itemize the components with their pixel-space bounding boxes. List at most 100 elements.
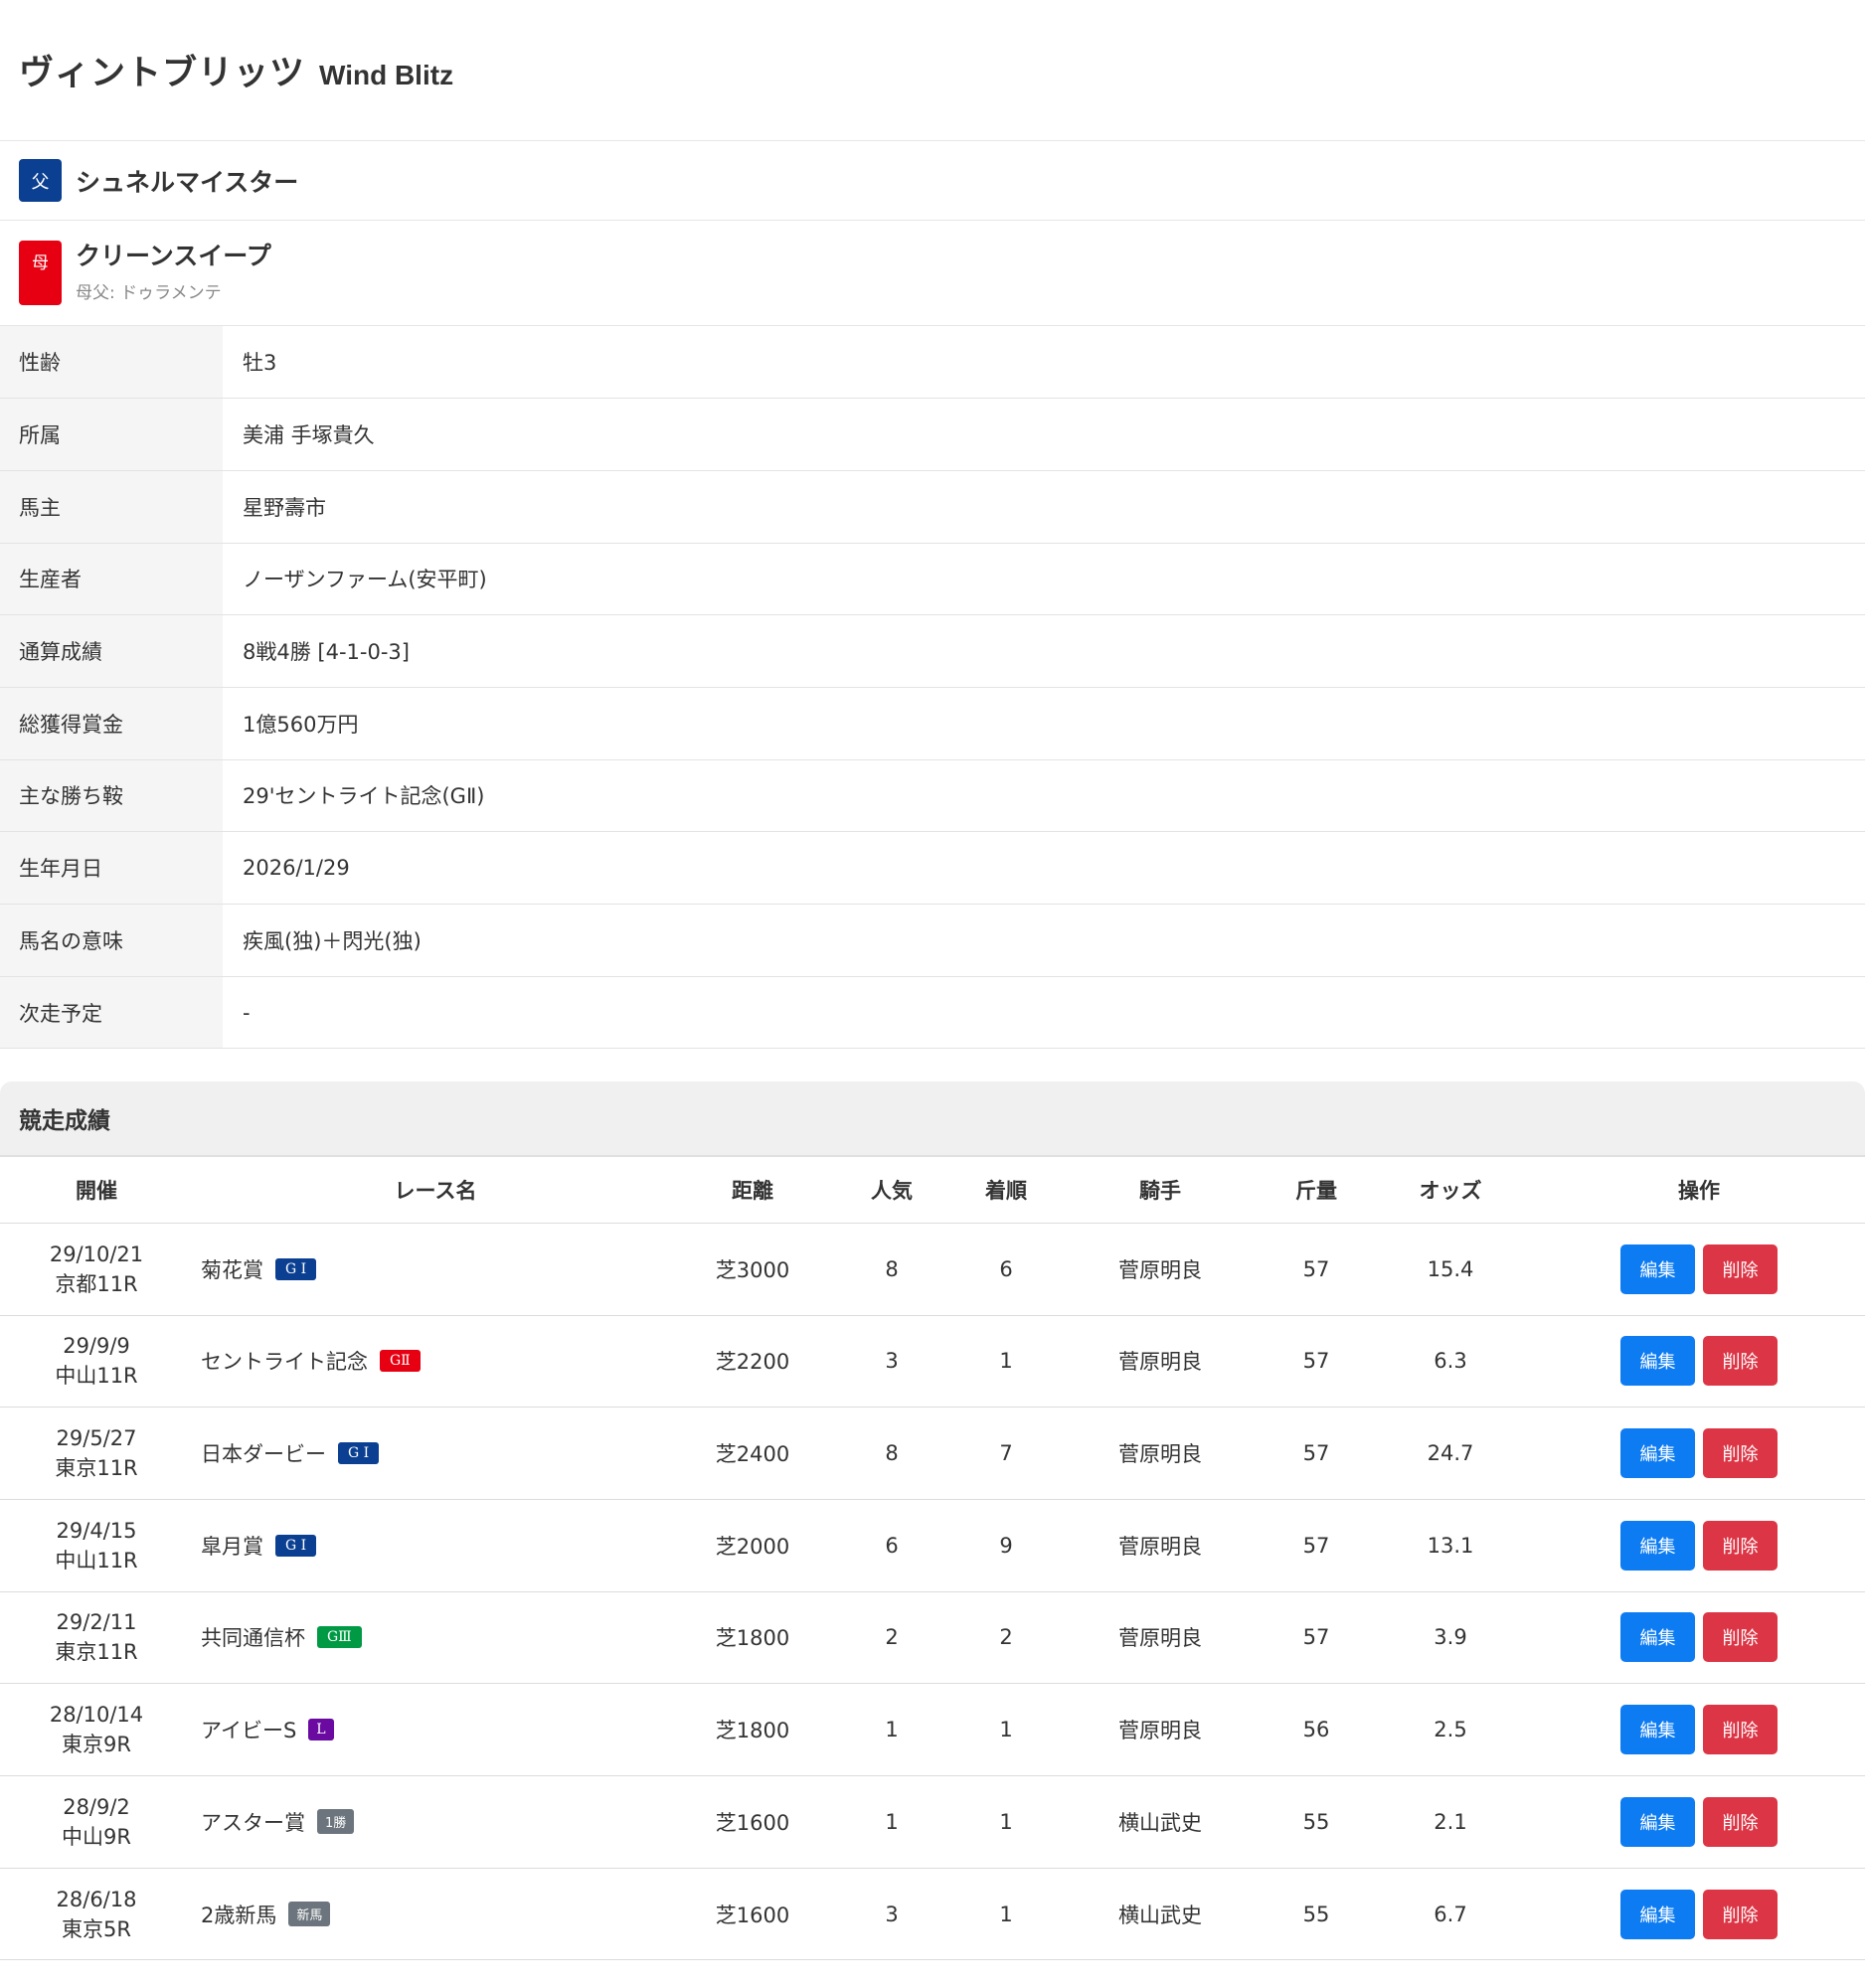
race-odds: 24.7 [1427,1441,1474,1466]
race-name[interactable]: アスター賞 [201,1811,305,1835]
col-popularity: 人気 [871,1179,913,1204]
sire-name[interactable]: シュネルマイスター [76,163,298,199]
race-jockey: 菅原明良 [1118,1534,1202,1559]
race-weight: 57 [1302,1625,1330,1650]
race-finish: 7 [999,1441,1013,1466]
grade-badge: G I [338,1442,380,1465]
grade-badge: GⅢ [317,1626,362,1649]
race-finish: 1 [999,1718,1013,1742]
grade-badge: L [308,1719,334,1741]
race-popularity: 1 [885,1718,899,1742]
race-date: 29/10/21 [49,1242,144,1266]
race-jockey: 菅原明良 [1118,1442,1202,1467]
edit-button[interactable]: 編集 [1620,1336,1695,1387]
dam-badge: 母 [19,241,62,305]
grade-badge: 1勝 [317,1809,355,1835]
col-finish: 着順 [985,1179,1027,1204]
profile-value: ノーザンファーム(安平町) [243,568,487,592]
race-actions: 編集 削除 [1533,1315,1865,1408]
race-actions: 編集 削除 [1533,1868,1865,1960]
edit-button[interactable]: 編集 [1620,1428,1695,1479]
profile-table: 性齢 牡3 所属 美浦 手塚貴久 馬主 星野壽市 生産者 ノーザンファーム(安平町) 通算成績 8… [0,326,1865,1049]
dam-name[interactable]: クリーンスイープ [76,237,271,272]
edit-button[interactable]: 編集 [1620,1889,1695,1939]
edit-button[interactable]: 編集 [1620,1796,1695,1847]
profile-label: 生産者 [0,543,223,615]
race-name[interactable]: アイビーS [201,1719,296,1742]
race-jockey: 菅原明良 [1118,1626,1202,1651]
race-actions: 編集 削除 [1533,1223,1865,1315]
delete-button[interactable]: 削除 [1703,1520,1778,1571]
race-weight: 57 [1302,1441,1330,1466]
race-distance: 芝1800 [715,1719,790,1743]
edit-button[interactable]: 編集 [1620,1243,1695,1294]
edit-button[interactable]: 編集 [1620,1520,1695,1571]
race-distance: 芝2000 [715,1534,790,1559]
race-finish: 9 [999,1533,1013,1558]
delete-button[interactable]: 削除 [1703,1336,1778,1387]
col-distance: 距離 [732,1179,773,1204]
race-finish: 2 [999,1625,1013,1650]
race-distance: 芝1800 [715,1626,790,1651]
race-results-header: 競走成績 [0,1081,1865,1158]
horse-name-jp: ヴィントブリッツ [19,54,306,93]
race-odds: 15.4 [1427,1256,1474,1281]
race-venue: 東京11R [55,1456,138,1481]
col-weight: 斤量 [1295,1179,1337,1204]
col-odds: オッズ [1419,1179,1482,1204]
race-name[interactable]: セントライト記念 [201,1350,368,1374]
race-row: 29/4/15 中山11R 皐月賞 G I 芝2000 6 9 菅原明良 57 13.1 編集 削除 [0,1499,1865,1592]
delete-button[interactable]: 削除 [1703,1428,1778,1479]
race-jockey: 横山武史 [1118,1903,1202,1927]
horse-name-en: Wind Blitz [319,59,454,90]
profile-label: 馬名の意味 [0,904,223,977]
race-popularity: 3 [885,1349,899,1374]
race-actions: 編集 削除 [1533,1684,1865,1776]
race-name[interactable]: 菊花賞 [201,1258,263,1282]
race-name-cell: アイビーS L [193,1684,678,1776]
edit-button[interactable]: 編集 [1620,1612,1695,1663]
race-name[interactable]: 日本ダービー [201,1442,326,1466]
profile-value: 8戦4勝 [4-1-0-3] [243,640,410,665]
race-row: 29/9/9 中山11R セントライト記念 GⅡ 芝2200 3 1 菅原明良 57 6.3 編集削… [0,1315,1865,1408]
race-name[interactable]: 共同通信杯 [201,1626,305,1650]
race-row: 28/10/14 東京9R アイビーS L 芝1800 1 1 菅原明良 56 2.5 編集 削除 [0,1684,1865,1776]
edit-button[interactable]: 編集 [1620,1705,1695,1755]
race-popularity: 8 [885,1441,899,1466]
race-odds: 13.1 [1427,1533,1474,1558]
race-date: 28/6/18 [56,1887,137,1911]
delete-button[interactable]: 削除 [1703,1889,1778,1939]
race-date: 29/2/11 [56,1610,137,1635]
race-date-cell: 28/6/18 東京5R [0,1868,193,1960]
profile-value: - [243,1000,251,1025]
race-name[interactable]: 2歳新馬 [201,1904,276,1927]
delete-button[interactable]: 削除 [1703,1612,1778,1663]
race-finish: 1 [999,1809,1013,1834]
delete-button[interactable]: 削除 [1703,1705,1778,1755]
race-popularity: 1 [885,1809,899,1834]
profile-row: 生産者 ノーザンファーム(安平町) [0,543,1865,615]
race-name[interactable]: 皐月賞 [201,1535,263,1559]
race-date: 29/5/27 [56,1426,137,1451]
race-actions: 編集 削除 [1533,1776,1865,1869]
race-row: 28/6/18 東京5R 2歳新馬 新馬 芝1600 3 1 横山武史 55 6.7 編集 削除 [0,1868,1865,1960]
race-date: 29/9/9 [63,1334,130,1359]
delete-button[interactable]: 削除 [1703,1796,1778,1847]
race-name-cell: 2歳新馬 新馬 [193,1868,678,1960]
race-results-table: 開催 レース名 距離 人気 着順 騎手 斤量 オッズ 操作 29/10/21 京都… [0,1157,1865,1960]
race-name-cell: 共同通信杯 GⅢ [193,1591,678,1684]
race-weight: 57 [1302,1256,1330,1281]
profile-label: 次走予定 [0,976,223,1049]
race-name-cell: セントライト記念 GⅡ [193,1315,678,1408]
race-odds: 6.3 [1434,1349,1467,1374]
profile-label: 性齢 [0,326,223,399]
race-row: 29/2/11 東京11R 共同通信杯 GⅢ 芝1800 2 2 菅原明良 57 3.9 編集 削除 [0,1591,1865,1684]
profile-value: 疾風(独)＋閃光(独) [243,928,422,953]
race-popularity: 6 [885,1533,899,1558]
grade-badge: 新馬 [288,1902,331,1927]
damsire-name: 母父: ドゥラメンテ [76,283,222,303]
profile-value: 星野壽市 [243,495,326,520]
delete-button[interactable]: 削除 [1703,1243,1778,1294]
race-actions: 編集 削除 [1533,1408,1865,1500]
race-row: 28/9/2 中山9R アスター賞 1勝 芝1600 1 1 横山武史 55 2.1 編集 削除 [0,1776,1865,1869]
